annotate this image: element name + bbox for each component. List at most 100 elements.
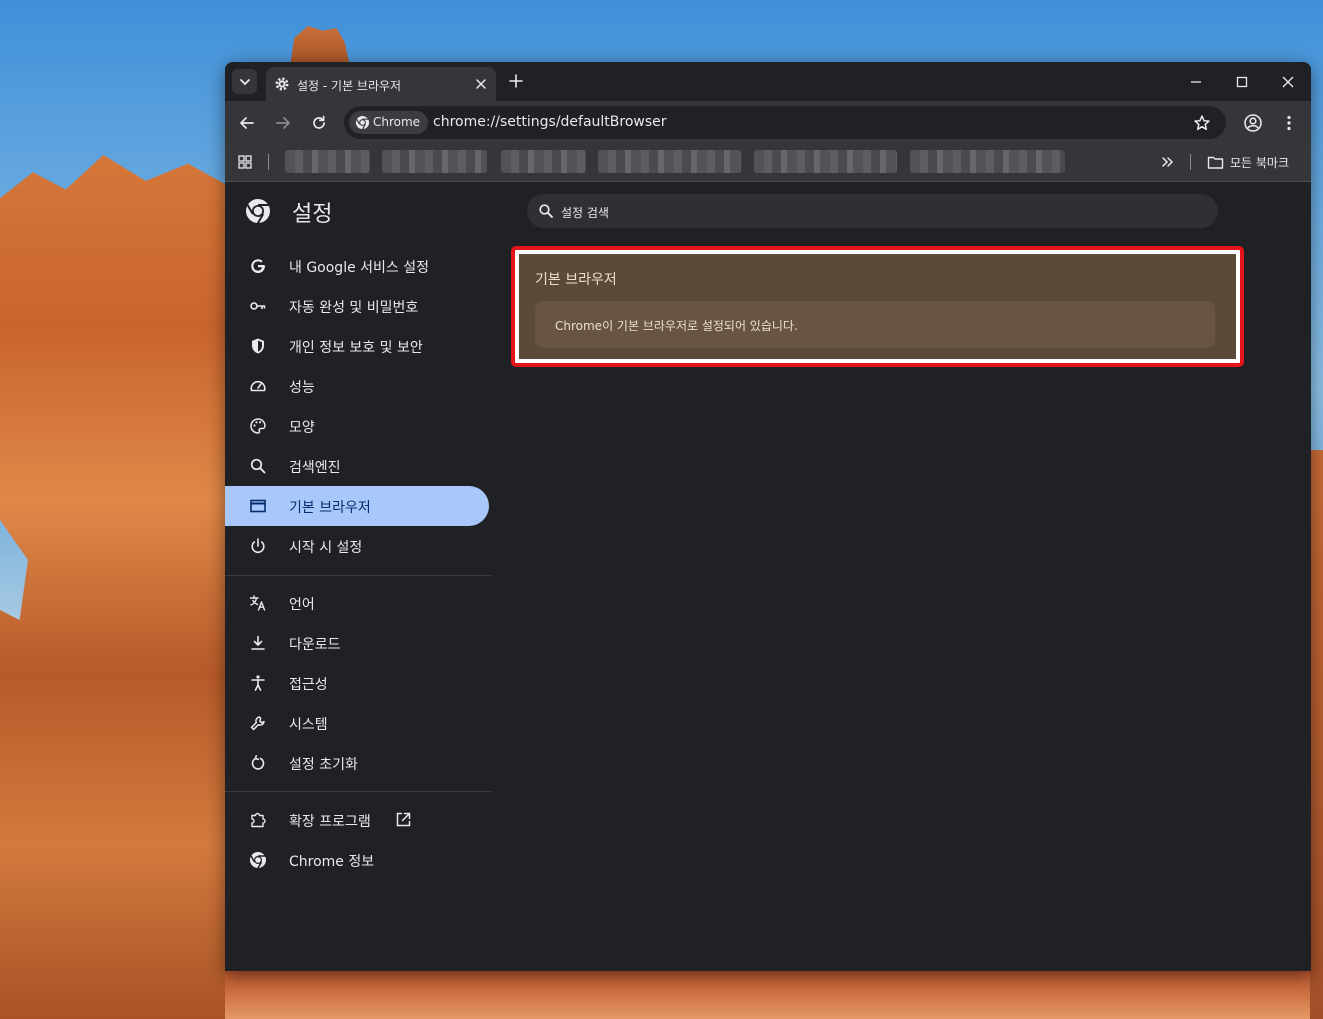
sidebar-item-label: 다운로드 [289, 637, 341, 653]
palette-icon [250, 418, 266, 434]
more-menu-icon[interactable] [1280, 114, 1298, 132]
sidebar-item-label: 성능 [289, 380, 315, 396]
tab-search-button[interactable] [232, 69, 257, 94]
external-link-icon [396, 812, 411, 827]
sidebar-item-label: 자동 완성 및 비밀번호 [289, 300, 419, 316]
desktop-wallpaper-rock-right [1310, 450, 1323, 1019]
sidebar-item-label: 시작 시 설정 [289, 540, 363, 556]
browser-window-icon [250, 499, 266, 513]
toolbar: Chrome chrome://settings/defaultBrowser [225, 101, 1311, 144]
sidebar-item-performance[interactable]: 성능 [225, 366, 489, 406]
sidebar-item-system[interactable]: 시스템 [225, 703, 489, 743]
sidebar-item-about-chrome[interactable]: Chrome 정보 [225, 840, 489, 880]
sidebar-item-label: 확장 프로그램 [289, 814, 371, 830]
sidebar-item-appearance[interactable]: 모양 [225, 406, 489, 446]
desktop-wallpaper-rock-top [290, 26, 350, 66]
sidebar-item-privacy[interactable]: 개인 정보 보호 및 보안 [225, 326, 489, 366]
default-browser-card: 기본 브라우저 Chrome이 기본 브라우저로 설정되어 있습니다. [519, 254, 1236, 359]
double-chevron-right-icon[interactable] [1159, 153, 1177, 171]
sidebar-item-label: Chrome 정보 [289, 854, 375, 870]
address-bar[interactable]: Chrome chrome://settings/defaultBrowser [344, 106, 1226, 139]
settings-sidebar: 설정 내 Google 서비스 설정 자동 완성 및 비밀번호 개인 정보 보호… [225, 182, 491, 971]
desktop-wallpaper-rock-left [0, 155, 235, 1019]
bookmark-item-blurred[interactable] [754, 150, 897, 173]
settings-page: 설정 내 Google 서비스 설정 자동 완성 및 비밀번호 개인 정보 보호… [225, 182, 1311, 971]
settings-search-input[interactable]: 설정 검색 [527, 194, 1218, 228]
folder-icon [1207, 156, 1224, 169]
url-text: chrome://settings/defaultBrowser [433, 114, 667, 130]
forward-arrow-icon[interactable] [274, 114, 292, 132]
sidebar-item-default-browser[interactable]: 기본 브라우저 [225, 486, 489, 526]
site-info-chip-label: Chrome [373, 115, 421, 129]
sidebar-item-label: 모양 [289, 420, 315, 436]
search-icon [539, 204, 553, 218]
star-bookmark-icon[interactable] [1193, 114, 1211, 132]
search-icon [250, 458, 266, 474]
default-browser-status-row: Chrome이 기본 브라우저로 설정되어 있습니다. [535, 301, 1215, 348]
accessibility-icon [251, 675, 265, 691]
shield-icon [252, 338, 264, 354]
sidebar-item-label: 시스템 [289, 717, 328, 733]
back-arrow-icon[interactable] [238, 114, 256, 132]
power-icon [251, 538, 265, 553]
sidebar-item-accessibility[interactable]: 접근성 [225, 663, 489, 703]
all-bookmarks-button[interactable]: 모든 북마크 [1207, 153, 1289, 171]
key-icon [250, 302, 266, 310]
highlight-box: 기본 브라우저 Chrome이 기본 브라우저로 설정되어 있습니다. [511, 246, 1244, 367]
bookmark-item-blurred[interactable] [382, 150, 487, 173]
plus-icon[interactable] [508, 73, 524, 89]
sidebar-divider [225, 575, 491, 576]
profile-avatar-icon[interactable] [1243, 113, 1263, 133]
sidebar-item-label: 언어 [289, 597, 315, 613]
all-bookmarks-label: 모든 북마크 [1230, 155, 1290, 170]
bookmarks-separator [268, 154, 269, 170]
sidebar-item-on-startup[interactable]: 시작 시 설정 [225, 526, 489, 566]
bookmarks-bar: 모든 북마크 [225, 144, 1311, 182]
default-browser-status-text: Chrome이 기본 브라우저로 설정되어 있습니다. [555, 319, 798, 333]
sidebar-item-autofill[interactable]: 자동 완성 및 비밀번호 [225, 286, 489, 326]
chrome-window: 설정 - 기본 브라우저 Chrome chrome://settings/de… [225, 62, 1311, 971]
bookmark-item-blurred[interactable] [285, 150, 370, 173]
sidebar-item-label: 개인 정보 보호 및 보안 [289, 340, 423, 356]
sidebar-item-search-engine[interactable]: 검색엔진 [225, 446, 489, 486]
tab-settings[interactable]: 설정 - 기본 브라우저 [266, 67, 496, 101]
tab-strip: 설정 - 기본 브라우저 [225, 62, 1311, 101]
settings-title: 설정 [292, 202, 333, 227]
search-placeholder: 설정 검색 [561, 206, 609, 220]
sidebar-item-languages[interactable]: 언어 [225, 583, 489, 623]
bookmark-item-blurred[interactable] [598, 150, 741, 173]
section-title: 기본 브라우저 [535, 272, 617, 288]
wrench-icon [250, 716, 265, 731]
maximize-icon[interactable] [1234, 74, 1250, 90]
sidebar-divider [225, 791, 491, 792]
chrome-logo-icon [246, 199, 270, 224]
sidebar-item-label: 기본 브라우저 [289, 500, 371, 516]
site-info-chip[interactable]: Chrome [349, 111, 429, 134]
reload-icon[interactable] [310, 114, 328, 132]
tab-title: 설정 - 기본 브라우저 [297, 79, 402, 93]
sidebar-item-label: 검색엔진 [289, 460, 341, 476]
sidebar-item-reset[interactable]: 설정 초기화 [225, 743, 489, 783]
sidebar-item-extensions[interactable]: 확장 프로그램 [225, 800, 489, 840]
desktop-wallpaper-rock-bottom [225, 970, 1323, 1019]
close-icon[interactable] [474, 77, 488, 91]
bookmarks-separator [1190, 154, 1191, 170]
bookmark-item-blurred[interactable] [501, 150, 586, 173]
chrome-logo-icon [355, 115, 370, 130]
translate-icon [249, 595, 266, 611]
sidebar-item-downloads[interactable]: 다운로드 [225, 623, 489, 663]
sidebar-item-label: 내 Google 서비스 설정 [289, 260, 429, 276]
apps-grid-icon[interactable] [237, 154, 253, 170]
sidebar-item-label: 설정 초기화 [289, 757, 358, 773]
chevron-down-icon [239, 78, 250, 85]
google-g-icon [251, 259, 266, 274]
download-icon [251, 635, 265, 650]
sidebar-item-google-services[interactable]: 내 Google 서비스 설정 [225, 246, 489, 286]
minimize-icon[interactable] [1188, 74, 1204, 90]
sidebar-item-label: 접근성 [289, 677, 328, 693]
puzzle-icon [251, 812, 266, 828]
chrome-logo-icon [250, 852, 266, 869]
bookmark-item-blurred[interactable] [910, 150, 1065, 173]
gear-icon [275, 77, 289, 91]
window-close-icon[interactable] [1280, 74, 1296, 90]
